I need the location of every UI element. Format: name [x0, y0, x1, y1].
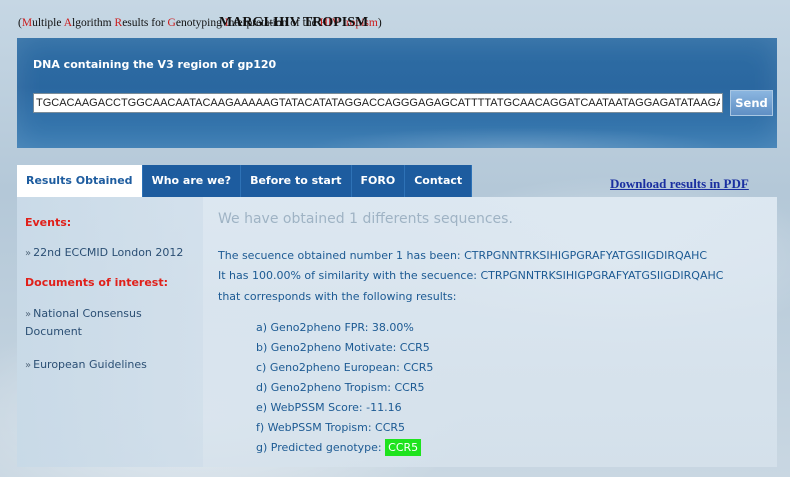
subtitle-highlight: M [21, 17, 33, 29]
send-button[interactable]: Send [730, 90, 773, 116]
result-item: a) Geno2pheno FPR: 38.00% [256, 321, 414, 334]
double-chevron-icon: » [25, 360, 32, 371]
result-item: e) WebPSSM Score: -11.16 [256, 401, 402, 414]
predicted-genotype-badge: CCR5 [385, 439, 422, 456]
subtitle-text: enotyping [175, 17, 225, 29]
subtitle-highlight: G [167, 17, 176, 29]
subtitle-text: esults for [122, 17, 168, 29]
predicted-genotype-row: g) Predicted genotype: CCR5 [256, 439, 422, 456]
predicted-genotype-label: g) Predicted genotype: [256, 441, 382, 454]
documents-heading: Documents of interest: [25, 276, 169, 289]
subtitle-text: ultiple [32, 17, 64, 29]
dna-sequence-input[interactable] [33, 93, 723, 113]
subtitle-text: lgorithm [72, 17, 115, 29]
sidebar: Events: » 22nd ECCMID London 2012 Documen… [17, 197, 203, 467]
events-heading: Events: [25, 216, 72, 229]
corresponds-line: that corresponds with the following resu… [218, 290, 457, 303]
download-pdf-link[interactable]: Download results in PDF [610, 176, 749, 192]
tab-who-are-we[interactable]: Who are we? [142, 165, 242, 197]
site-title: MARGI-HIV TROPISM (Multiple Algorithm Re… [18, 15, 382, 31]
sidebar-link-national-consensus[interactable]: » National Consensus Document [25, 305, 185, 340]
double-chevron-icon: » [25, 248, 32, 259]
result-item: b) Geno2pheno Motivate: CCR5 [256, 341, 430, 354]
results-heading: We have obtained 1 differents sequences. [218, 211, 513, 227]
sidebar-link-european-guidelines[interactable]: » European Guidelines [25, 356, 207, 374]
tab-before-to-start[interactable]: Before to start [241, 165, 352, 197]
sidebar-link-label: 22nd ECCMID London 2012 [33, 246, 184, 259]
content-area: Events: » 22nd ECCMID London 2012 Documen… [17, 197, 777, 467]
result-item: d) Geno2pheno Tropism: CCR5 [256, 381, 425, 394]
tab-foro[interactable]: FORO [351, 165, 406, 197]
sidebar-link-eccmid[interactable]: » 22nd ECCMID London 2012 [25, 244, 207, 262]
subtitle-highlight: A [63, 17, 73, 29]
sequence-obtained-line: The secuence obtained number 1 has been:… [218, 249, 708, 262]
result-item: f) WebPSSM Tropism: CCR5 [256, 421, 406, 434]
main-tabs: Results Obtained Who are we? Before to s… [17, 165, 473, 197]
tab-contact[interactable]: Contact [405, 165, 473, 197]
dna-input-panel: DNA containing the V3 region of gp120 Se… [17, 38, 777, 148]
results-panel: We have obtained 1 differents sequences.… [218, 197, 768, 467]
tab-results-obtained[interactable]: Results Obtained [17, 165, 143, 197]
result-item: c) Geno2pheno European: CCR5 [256, 361, 434, 374]
sidebar-link-label: National Consensus Document [25, 307, 142, 338]
double-chevron-icon: » [25, 309, 32, 320]
dna-input-label: DNA containing the V3 region of gp120 [33, 58, 277, 71]
similarity-line: It has 100.00% of similarity with the se… [218, 269, 724, 282]
sidebar-link-label: European Guidelines [33, 358, 147, 371]
